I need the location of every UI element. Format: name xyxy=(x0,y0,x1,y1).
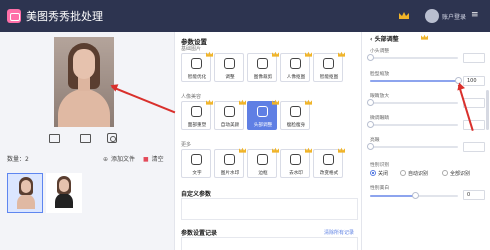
tool-tile[interactable]: 头部调整 xyxy=(247,99,279,130)
slider-label: 亮眼 xyxy=(370,138,380,143)
slider-track[interactable] xyxy=(366,143,458,150)
tool-tile[interactable]: 智能优化 xyxy=(181,51,213,82)
tool-label: 面部重塑 xyxy=(187,123,207,128)
crop-icon[interactable] xyxy=(107,133,117,143)
slider-track[interactable] xyxy=(366,99,458,106)
tool-label: 图像裁剪 xyxy=(253,75,273,80)
app-logo-icon xyxy=(7,9,21,23)
thumbnail-2[interactable] xyxy=(46,173,82,213)
tool-tile[interactable]: 图像裁剪 xyxy=(247,51,279,82)
tool-tile[interactable]: 调整 xyxy=(214,53,244,82)
slider-label: 脸型缩放 xyxy=(370,72,390,77)
vip-crown-icon[interactable] xyxy=(398,11,410,21)
slider-value-input[interactable]: 100 xyxy=(463,76,485,86)
tool-label: 去水印 xyxy=(289,171,303,176)
tool-icon xyxy=(290,58,301,69)
tool-label: 文字 xyxy=(192,171,202,176)
gender-label: 性别识别 xyxy=(370,163,390,168)
tool-label: 图片水印 xyxy=(220,171,240,176)
clear-records-link[interactable]: 清除所有记录 xyxy=(324,229,354,236)
app-title: 美图秀秀批处理 xyxy=(26,10,103,23)
image-count: 数量：2 xyxy=(7,156,29,163)
last-slider[interactable] xyxy=(370,192,458,199)
section-label: 人像美容 xyxy=(181,94,202,100)
slider-track[interactable] xyxy=(366,54,458,61)
tool-tile[interactable]: 图片水印 xyxy=(214,147,246,178)
tool-icon xyxy=(224,106,235,117)
tool-icon xyxy=(224,58,235,69)
radio-all[interactable]: 全部识别 xyxy=(442,170,470,177)
slider-knob[interactable] xyxy=(366,143,374,150)
tool-tile[interactable]: 边框 xyxy=(247,147,279,178)
tool-icon xyxy=(224,154,235,165)
slider-track[interactable] xyxy=(366,121,458,128)
tool-tile[interactable]: 人像抠图 xyxy=(280,51,312,82)
slider-knob[interactable] xyxy=(366,121,374,128)
tool-tile[interactable]: 去水印 xyxy=(280,147,312,178)
adjust-heading[interactable]: 头部调整 xyxy=(370,34,399,43)
user-avatar[interactable] xyxy=(425,9,439,23)
tool-label: 头部调整 xyxy=(253,123,273,128)
slider-label: 小头调整 xyxy=(370,49,390,54)
vip-crown-icon xyxy=(421,34,428,40)
tool-icon xyxy=(323,154,334,165)
tool-tile[interactable]: 智能抠图 xyxy=(313,51,345,82)
radio-auto[interactable]: 自动识别 xyxy=(400,170,428,177)
section-label: 更多 xyxy=(181,142,192,148)
custom-params-box xyxy=(181,198,358,220)
radio-off[interactable]: 关闭 xyxy=(370,170,388,177)
thumbnail-1[interactable] xyxy=(7,173,43,213)
tool-icon xyxy=(257,106,268,117)
tool-label: 自动美颜 xyxy=(220,123,240,128)
tool-tile[interactable]: 改变格式 xyxy=(313,147,345,178)
tool-label: 智能优化 xyxy=(187,75,207,80)
slider-track[interactable] xyxy=(370,77,462,84)
tool-tile[interactable]: 文字 xyxy=(181,149,211,178)
tool-icon xyxy=(257,58,268,69)
tool-label: 智能抠图 xyxy=(319,75,339,80)
tool-label: 调整 xyxy=(225,75,235,80)
tool-label: 改变格式 xyxy=(319,171,339,176)
tool-label: 瘦脸瘦身 xyxy=(286,123,306,128)
custom-params-title: 自定义参数 xyxy=(181,191,212,198)
slider-value-input[interactable] xyxy=(463,142,485,152)
slider-label: 微调眼睛 xyxy=(370,116,390,121)
tool-tile[interactable]: 面部重塑 xyxy=(181,99,213,130)
records-box xyxy=(181,237,358,250)
tool-icon xyxy=(290,154,301,165)
tool-icon xyxy=(290,106,301,117)
tool-label: 人像抠图 xyxy=(286,75,306,80)
tool-tile[interactable]: 瘦脸瘦身 xyxy=(280,99,312,130)
last-slider-value[interactable]: 0 xyxy=(463,190,485,200)
tool-icon xyxy=(323,58,334,69)
slider-label: 眼睛放大 xyxy=(370,94,390,99)
add-files-button[interactable]: 添加文件 xyxy=(103,154,135,163)
slider-knob[interactable] xyxy=(366,99,374,106)
adjust-panel xyxy=(362,32,490,250)
title-bar: 美图秀秀批处理 账户登录 ≡ xyxy=(0,0,490,32)
tool-icon xyxy=(191,154,202,165)
panel-scrollbar[interactable] xyxy=(486,90,489,130)
last-slider-label: 性别美白 xyxy=(370,186,390,191)
tool-icon xyxy=(191,58,202,69)
preview-photo xyxy=(54,37,114,127)
rotate-right-icon[interactable] xyxy=(80,134,91,143)
tool-tile[interactable]: 自动美颜 xyxy=(214,99,246,130)
tool-icon xyxy=(191,106,202,117)
clear-button[interactable]: 清空 xyxy=(143,154,164,163)
records-title: 参数设置记录 xyxy=(181,230,218,237)
section-label: 基础图片 xyxy=(181,46,202,52)
tool-icon xyxy=(257,154,268,165)
hamburger-icon[interactable]: ≡ xyxy=(471,10,479,20)
rotate-left-icon[interactable] xyxy=(49,134,60,143)
tool-label: 边框 xyxy=(258,171,268,176)
slider-value-input[interactable] xyxy=(463,120,485,130)
slider-knob[interactable] xyxy=(366,54,374,61)
login-link[interactable]: 账户登录 xyxy=(442,12,466,21)
slider-value-input[interactable] xyxy=(463,53,485,63)
